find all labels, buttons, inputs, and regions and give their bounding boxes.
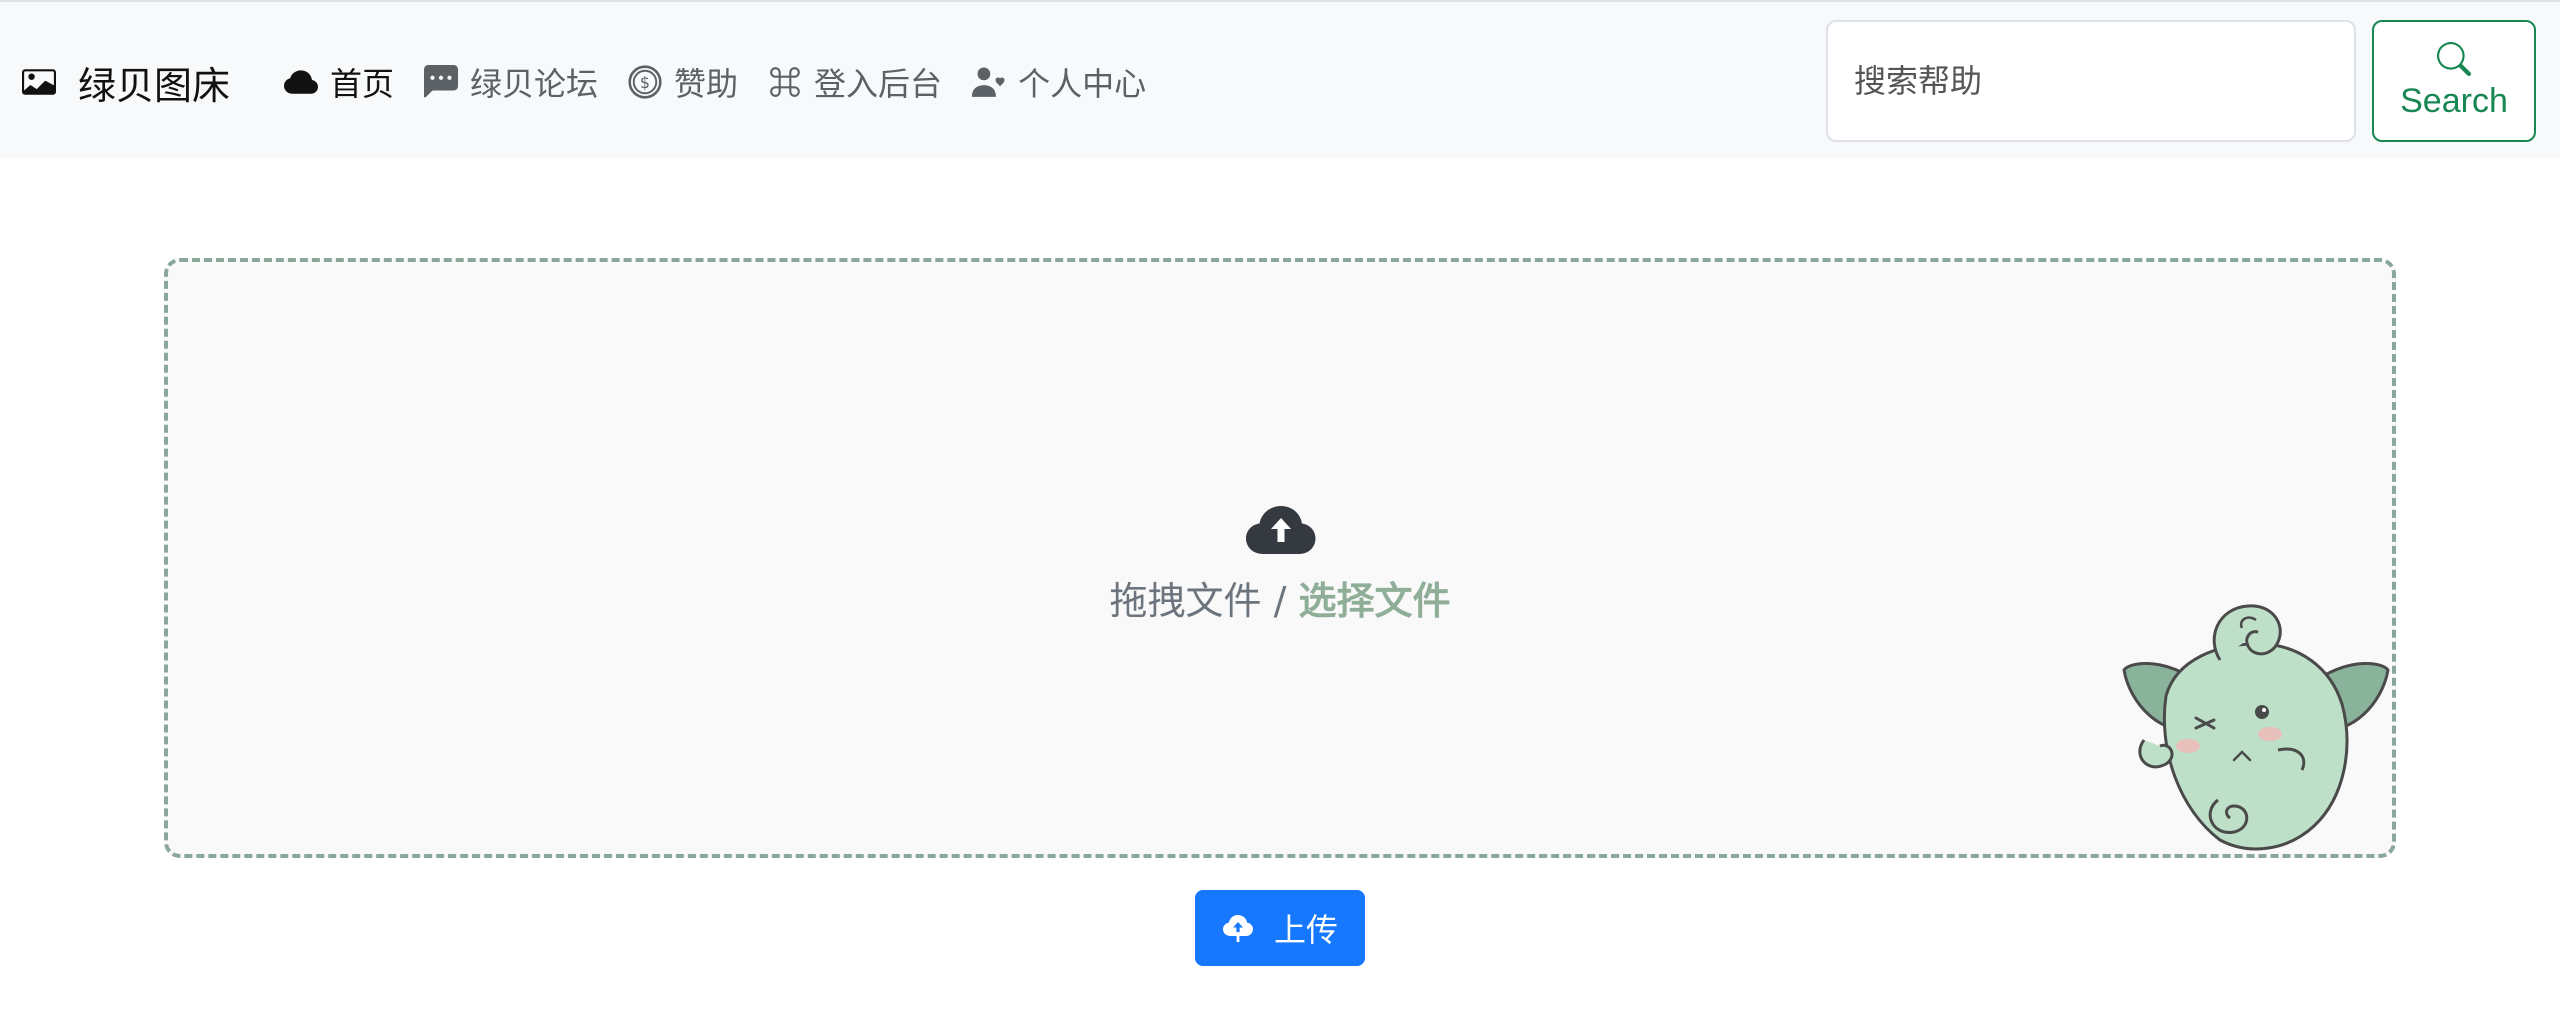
search-icon [2437, 41, 2471, 76]
nav-item-profile[interactable]: 个人中心 [972, 59, 1146, 105]
svg-text:$: $ [640, 73, 650, 92]
nav-item-forum[interactable]: 绿贝论坛 [424, 59, 598, 105]
nav-item-label: 登入后台 [814, 65, 943, 103]
command-icon [770, 67, 800, 97]
nav-item-label: 绿贝论坛 [470, 65, 599, 103]
nav-item-admin-login[interactable]: 登入后台 [768, 59, 942, 105]
search-button-label: Search [2400, 81, 2508, 120]
search-button[interactable]: Search [2372, 20, 2536, 142]
nav-item-label: 首页 [330, 65, 395, 103]
chat-dots-icon [424, 65, 459, 98]
upload-button-label: 上传 [1273, 911, 1338, 949]
cloud-icon [284, 70, 318, 94]
brand[interactable]: 绿贝图床 [22, 54, 230, 110]
person-heart-icon [972, 67, 1005, 97]
mascot-image [2122, 604, 2390, 851]
select-file-link[interactable]: 选择文件 [1298, 579, 1450, 623]
dropzone-instructions: 拖拽文件 / 选择文件 [168, 570, 2392, 625]
upload-button[interactable]: 上传 [1195, 890, 1365, 966]
nav-item-home[interactable]: 首页 [284, 59, 394, 105]
nav-item-label: 个人中心 [1018, 65, 1147, 103]
main-nav: 首页 绿贝论坛 $ 赞助 登入后台 个人中心 [284, 54, 1176, 110]
file-dropzone[interactable]: 拖拽文件 / 选择文件 [164, 258, 2396, 858]
nav-item-label: 赞助 [674, 65, 739, 103]
image-icon [22, 69, 56, 95]
nav-item-sponsor[interactable]: $ 赞助 [628, 59, 738, 105]
cloud-upload-icon [1222, 915, 1253, 942]
coin-icon: $ [628, 65, 662, 99]
drag-text: 拖拽文件 / [1109, 579, 1299, 623]
search-input[interactable] [1826, 20, 2356, 142]
brand-title: 绿贝图床 [78, 63, 231, 108]
navbar: 绿贝图床 首页 绿贝论坛 $ 赞助 登入后台 个人中心 搜索帮助 Search [0, 0, 2560, 158]
cloud-upload-icon [1246, 506, 1316, 554]
